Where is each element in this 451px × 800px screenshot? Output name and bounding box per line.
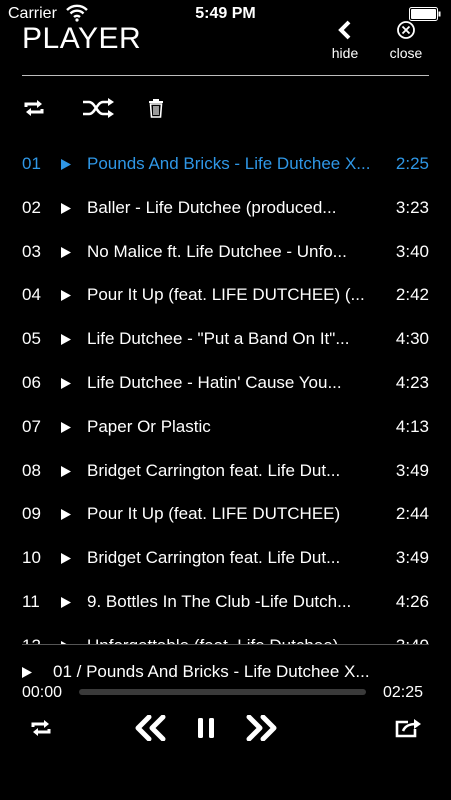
close-icon bbox=[397, 21, 415, 39]
track-duration: 4:30 bbox=[395, 329, 429, 349]
play-icon bbox=[61, 421, 71, 433]
play-icon bbox=[22, 667, 32, 678]
track-row[interactable]: 07 Paper Or Plastic 4:13 bbox=[0, 405, 451, 449]
track-title: Bridget Carrington feat. Life Dut... bbox=[87, 460, 341, 480]
track-title: Pour It Up (feat. LIFE DUTCHEE) (... bbox=[87, 285, 365, 305]
battery-icon bbox=[409, 7, 441, 21]
track-number: 09 bbox=[22, 504, 41, 524]
hide-label: hide bbox=[331, 45, 359, 61]
clock: 5:49 PM bbox=[195, 5, 256, 22]
pause-icon[interactable] bbox=[195, 716, 217, 740]
shuffle-icon[interactable] bbox=[81, 96, 115, 120]
progress-slider[interactable] bbox=[79, 689, 366, 695]
track-row[interactable]: 11 9. Bottles In The Club -Life Dutch... 4… bbox=[0, 580, 451, 624]
total-time: 02:25 bbox=[382, 684, 423, 701]
track-row[interactable]: 08 Bridget Carrington feat. Life Dut... 3:… bbox=[0, 449, 451, 493]
track-number: 03 bbox=[22, 241, 41, 261]
header-divider bbox=[22, 75, 429, 76]
track-number: 08 bbox=[22, 460, 41, 480]
track-title: Life Dutchee - Hatin' Cause You... bbox=[87, 373, 342, 392]
play-icon bbox=[61, 509, 71, 521]
fast-forward-icon[interactable] bbox=[245, 715, 279, 741]
trash-icon[interactable] bbox=[148, 96, 164, 120]
repeat-icon[interactable] bbox=[22, 96, 46, 120]
track-title: Paper Or Plastic bbox=[87, 416, 211, 436]
track-duration: 4:26 bbox=[395, 592, 429, 611]
play-icon bbox=[61, 159, 71, 170]
track-duration: 2:25 bbox=[395, 154, 429, 173]
play-icon bbox=[61, 553, 71, 565]
track-title: Baller - Life Dutchee (produced... bbox=[87, 197, 337, 217]
play-icon bbox=[61, 246, 71, 258]
hide-button[interactable]: hide bbox=[325, 20, 365, 61]
track-row[interactable]: 10 Bridget Carrington feat. Life Dut... 3:… bbox=[0, 536, 451, 580]
track-row[interactable]: 06 Life Dutchee - Hatin' Cause You... 4:23 bbox=[0, 361, 451, 405]
track-row[interactable]: 03 No Malice ft. Life Dutchee - Unfo... 3:… bbox=[0, 230, 451, 274]
track-number: 06 bbox=[22, 373, 41, 392]
repeat-icon[interactable] bbox=[29, 717, 53, 739]
track-number: 07 bbox=[22, 416, 41, 436]
play-icon bbox=[61, 378, 71, 389]
track-number: 04 bbox=[22, 285, 41, 305]
track-duration: 3:49 bbox=[395, 460, 429, 480]
track-number: 01 bbox=[22, 154, 41, 173]
play-icon bbox=[61, 202, 71, 214]
rewind-icon[interactable] bbox=[133, 715, 167, 741]
play-icon bbox=[61, 290, 71, 302]
play-icon bbox=[61, 465, 71, 477]
track-number: 05 bbox=[22, 329, 41, 349]
track-title: Pounds And Bricks - Life Dutchee X... bbox=[87, 154, 371, 173]
track-title: Pour It Up (feat. LIFE DUTCHEE) bbox=[87, 504, 341, 524]
track-title: Bridget Carrington feat. Life Dut... bbox=[87, 548, 341, 568]
playlist[interactable]: 01 Pounds And Bricks - Life Dutchee X... 2… bbox=[0, 142, 451, 645]
close-label: close bbox=[389, 45, 423, 61]
now-playing-title: 01 / Pounds And Bricks - Life Dutchee X.… bbox=[53, 662, 370, 681]
track-row[interactable]: 09 Pour It Up (feat. LIFE DUTCHEE) 2:44 bbox=[0, 492, 451, 536]
play-icon bbox=[61, 334, 71, 346]
close-button[interactable]: close bbox=[386, 20, 426, 61]
track-title: No Malice ft. Life Dutchee - Unfo... bbox=[87, 241, 347, 261]
track-row[interactable]: 01 Pounds And Bricks - Life Dutchee X... 2… bbox=[0, 142, 451, 186]
now-playing-divider bbox=[22, 644, 429, 645]
page-title: PLAYER bbox=[22, 22, 142, 55]
track-title: Life Dutchee - "Put a Band On It"... bbox=[87, 329, 350, 349]
track-row[interactable]: 02 Baller - Life Dutchee (produced... 3:23 bbox=[0, 186, 451, 230]
track-row[interactable]: 05 Life Dutchee - "Put a Band On It"... 4:… bbox=[0, 317, 451, 361]
track-number: 10 bbox=[22, 548, 41, 568]
track-number: 02 bbox=[22, 197, 41, 217]
elapsed-time: 00:00 bbox=[22, 684, 63, 701]
track-duration: 3:40 bbox=[395, 241, 429, 261]
track-duration: 3:23 bbox=[395, 197, 429, 217]
track-number: 11 bbox=[22, 592, 40, 611]
play-icon bbox=[61, 597, 71, 608]
chevron-left-icon bbox=[338, 20, 351, 40]
track-duration: 4:23 bbox=[395, 373, 429, 392]
track-duration: 4:13 bbox=[395, 416, 429, 436]
track-row[interactable]: 04 Pour It Up (feat. LIFE DUTCHEE) (... 2:… bbox=[0, 273, 451, 317]
track-row[interactable]: 12Unforgettable (feat. Life Dutchee)...3… bbox=[0, 624, 451, 645]
track-title: 9. Bottles In The Club -Life Dutch... bbox=[87, 592, 352, 611]
track-duration: 2:42 bbox=[395, 285, 429, 305]
track-duration: 3:49 bbox=[395, 548, 429, 568]
track-duration: 2:44 bbox=[395, 504, 429, 524]
share-icon[interactable] bbox=[394, 716, 422, 738]
